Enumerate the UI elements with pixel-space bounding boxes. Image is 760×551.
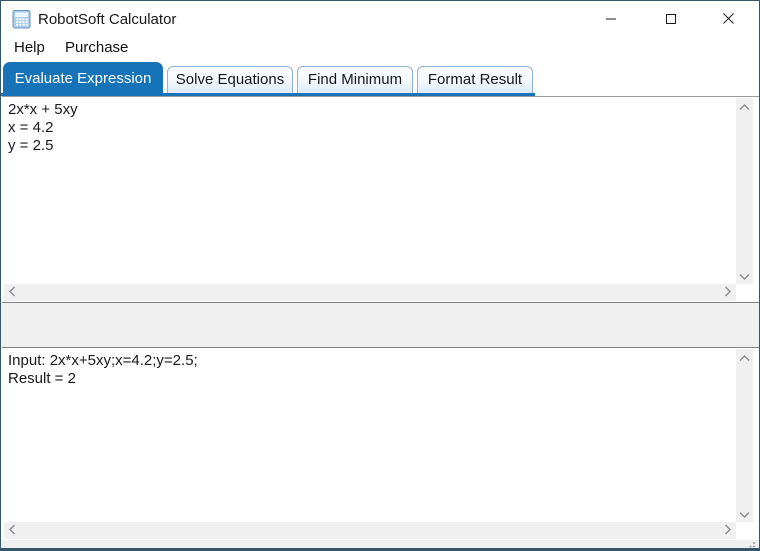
scroll-down-button[interactable] bbox=[736, 505, 753, 522]
scroll-up-button[interactable] bbox=[736, 349, 753, 366]
expression-input-area[interactable]: 2x*x + 5xy x = 4.2 y = 2.5 bbox=[2, 96, 759, 303]
tab-find-minimum[interactable]: Find Minimum bbox=[297, 66, 413, 93]
scroll-left-button[interactable] bbox=[4, 522, 21, 539]
status-strip bbox=[1, 540, 759, 548]
calculator-icon bbox=[12, 10, 32, 29]
chevron-up-icon bbox=[739, 99, 750, 114]
app-window: RobotSoft Calculator Help Purchase Evalu… bbox=[0, 0, 760, 551]
title-bar[interactable]: RobotSoft Calculator bbox=[1, 1, 759, 38]
input-line: 2x*x + 5xy bbox=[8, 101, 78, 118]
minimize-button[interactable] bbox=[595, 7, 627, 33]
tab-strip: Evaluate Expression Solve Equations Find… bbox=[1, 61, 759, 96]
tab-solve-equations[interactable]: Solve Equations bbox=[167, 66, 293, 93]
scroll-right-button[interactable] bbox=[719, 522, 736, 539]
input-line: x = 4.2 bbox=[8, 119, 54, 136]
output-line: Input: 2x*x+5xy;x=4.2;y=2.5; bbox=[8, 352, 198, 369]
output-line: Result = 2 bbox=[8, 370, 76, 387]
tab-evaluate-expression[interactable]: Evaluate Expression bbox=[3, 62, 163, 96]
button-strip: Calculate Copy Result bbox=[1, 303, 759, 347]
result-output-text: Input: 2x*x+5xy;x=4.2;y=2.5; Result = 2 bbox=[2, 350, 729, 388]
scroll-left-button[interactable] bbox=[4, 284, 21, 301]
chevron-up-icon bbox=[739, 350, 750, 365]
close-button[interactable] bbox=[712, 7, 744, 33]
scroll-down-button[interactable] bbox=[736, 267, 753, 284]
tab-format-result[interactable]: Format Result bbox=[417, 66, 533, 93]
chevron-right-icon bbox=[724, 285, 732, 300]
chevron-down-icon bbox=[739, 506, 750, 521]
chevron-down-icon bbox=[739, 268, 750, 283]
scroll-up-button[interactable] bbox=[736, 98, 753, 115]
maximize-icon bbox=[665, 13, 677, 28]
chevron-right-icon bbox=[724, 523, 732, 538]
menu-item-help[interactable]: Help bbox=[6, 38, 53, 57]
chevron-left-icon bbox=[8, 523, 16, 538]
result-output-area[interactable]: Input: 2x*x+5xy;x=4.2;y=2.5; Result = 2 bbox=[2, 347, 759, 540]
menu-item-purchase[interactable]: Purchase bbox=[57, 38, 136, 57]
resize-grip[interactable] bbox=[744, 538, 756, 548]
window-title: RobotSoft Calculator bbox=[38, 11, 177, 28]
input-horizontal-scrollbar[interactable] bbox=[4, 284, 736, 301]
menu-bar: Help Purchase bbox=[1, 38, 759, 61]
minimize-icon bbox=[605, 13, 617, 28]
output-vertical-scrollbar[interactable] bbox=[736, 349, 753, 522]
input-vertical-scrollbar[interactable] bbox=[736, 98, 753, 284]
scroll-right-button[interactable] bbox=[719, 284, 736, 301]
chevron-left-icon bbox=[8, 285, 16, 300]
maximize-button[interactable] bbox=[655, 7, 687, 33]
close-icon bbox=[722, 12, 735, 28]
output-horizontal-scrollbar[interactable] bbox=[4, 522, 736, 539]
input-line: y = 2.5 bbox=[8, 137, 54, 154]
expression-input-text: 2x*x + 5xy x = 4.2 y = 2.5 bbox=[2, 99, 729, 155]
